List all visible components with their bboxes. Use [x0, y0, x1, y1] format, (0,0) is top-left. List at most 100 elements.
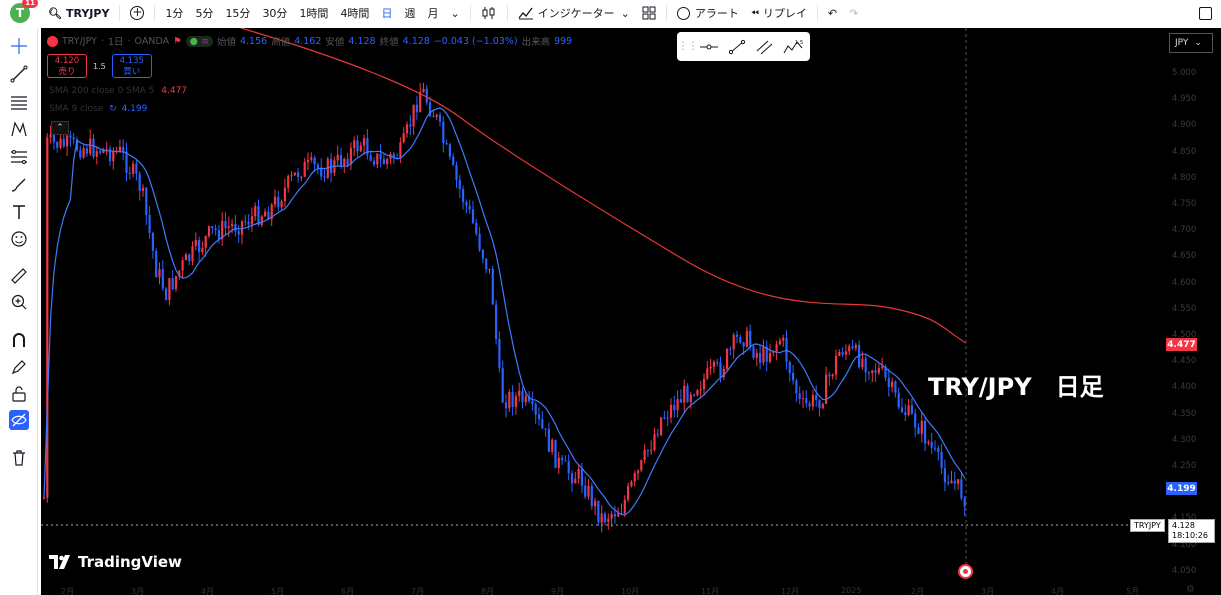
candle-body	[537, 414, 541, 420]
currency-select[interactable]: JPY ⌄	[1169, 33, 1213, 53]
crosshair-icon[interactable]	[9, 36, 29, 56]
trash-icon[interactable]	[9, 448, 29, 468]
ruler-icon[interactable]	[9, 266, 29, 286]
candle-body	[72, 137, 75, 140]
interval-dropdown[interactable]: ⌄	[444, 0, 465, 26]
goto-realtime-button[interactable]	[958, 564, 973, 579]
candle-body	[445, 143, 448, 145]
sell-label: 売り	[58, 67, 76, 77]
emoji-icon[interactable]	[9, 229, 29, 249]
interval-1m[interactable]: 1分	[159, 0, 189, 26]
candle-body	[214, 228, 217, 231]
horizontal-ray-icon[interactable]	[697, 36, 721, 58]
candle-body	[504, 402, 508, 409]
candle-body	[498, 339, 501, 369]
candle-body	[138, 173, 141, 191]
candle-body	[339, 154, 343, 167]
indicators-button[interactable]: インジケーター ⌄	[512, 0, 636, 26]
sma9-label: SMA 9 close	[49, 104, 104, 114]
compare-symbol-button[interactable]: +	[124, 0, 150, 26]
fullscreen-button[interactable]	[1193, 0, 1218, 26]
time-axis-label: 4月	[201, 587, 215, 595]
candle-body	[821, 403, 824, 409]
chart-type-button[interactable]	[475, 0, 503, 26]
trend-line-icon[interactable]	[9, 64, 29, 84]
plus-circle-icon: +	[130, 5, 145, 20]
lock-icon[interactable]	[9, 384, 29, 404]
fib-icon[interactable]	[9, 147, 29, 167]
lock-pencil-icon[interactable]	[9, 357, 29, 377]
candle-body	[399, 142, 402, 159]
interval-15m[interactable]: 15分	[219, 0, 256, 26]
candle-body	[211, 226, 214, 229]
candle-body	[422, 88, 425, 93]
pattern-icon[interactable]	[9, 119, 29, 139]
tradingview-logo[interactable]: TradingView	[49, 553, 182, 571]
candle-body	[237, 231, 240, 235]
candle-body	[105, 148, 108, 150]
replay-button[interactable]: ⏪︎ リプレイ	[745, 0, 813, 26]
chart-settings-icon[interactable]: ⚙︎	[1186, 584, 1195, 595]
candle-body	[471, 209, 475, 224]
layouts-button[interactable]	[636, 0, 662, 26]
horizontal-lines-icon[interactable]	[9, 92, 29, 112]
trend-line-icon[interactable]	[725, 36, 749, 58]
candle-body	[584, 485, 587, 497]
candle-body	[759, 352, 762, 363]
price-axis-label: 4.900	[1172, 120, 1197, 131]
price-chart-svg[interactable]	[41, 28, 1221, 595]
candle-body	[917, 427, 920, 434]
candle-body	[95, 151, 98, 157]
candle-body	[514, 396, 517, 407]
collapse-legend-button[interactable]: ⌃	[51, 121, 69, 135]
candle-body	[287, 175, 290, 188]
alert-label: アラート	[694, 7, 739, 20]
candle-body	[798, 393, 801, 399]
candle-body	[887, 377, 890, 387]
interval-1mo[interactable]: 月	[421, 0, 444, 26]
candle-body	[699, 389, 702, 391]
candle-body	[283, 187, 286, 202]
alert-button[interactable]: アラート	[671, 0, 745, 26]
zoom-in-icon[interactable]	[9, 292, 29, 312]
time-axis-label: 7月	[411, 587, 425, 595]
user-avatar[interactable]: T 11	[10, 0, 38, 23]
interval-1w[interactable]: 週	[398, 0, 421, 26]
symbol-label: TRYJPY	[65, 6, 110, 20]
undo-button[interactable]: ↶	[822, 0, 843, 26]
candle-body	[706, 368, 709, 379]
chart-area[interactable]: TRY/JPY · 1日 · OANDA ⚑ ● ≡ 始値 4.156 高値 4.162…	[41, 28, 1221, 595]
parallel-channel-icon[interactable]	[753, 36, 777, 58]
candle-body	[306, 159, 310, 162]
time-axis-label: 2025	[841, 586, 862, 595]
magnet-icon[interactable]	[9, 330, 29, 350]
candle-body	[640, 460, 643, 471]
interval-30m[interactable]: 30分	[256, 0, 293, 26]
candle-body	[240, 221, 244, 235]
svg-text:5: 5	[800, 40, 803, 46]
interval-4h[interactable]: 4時間	[334, 0, 375, 26]
time-axis-label: 5月	[1126, 587, 1140, 595]
candle-body	[726, 349, 729, 369]
candle-body	[224, 220, 227, 229]
buy-button[interactable]: 4.135 買い	[111, 54, 152, 78]
sma200-value: 4.477	[161, 86, 188, 96]
indicator-sma9-legend[interactable]: SMA 9 close ↻ 4.199	[49, 104, 147, 114]
symbol-search-button[interactable]: 🔍︎ TRYJPY	[42, 0, 115, 26]
interval-1h[interactable]: 1時間	[293, 0, 334, 26]
interval-1d[interactable]: 日	[375, 0, 398, 26]
candle-body	[567, 461, 570, 474]
chevron-down-icon: ⌄	[450, 6, 460, 20]
drag-handle-icon[interactable]: ⋮⋮	[678, 36, 698, 58]
undo-icon: ↶	[827, 6, 838, 20]
candle-body	[871, 370, 874, 374]
redo-button[interactable]: ↷	[843, 0, 864, 26]
elliott-wave-icon[interactable]: 15	[781, 36, 805, 58]
hide-drawings-icon[interactable]	[9, 410, 29, 430]
indicator-sma200-legend[interactable]: SMA 200 close 0 SMA 5 4.477	[49, 86, 187, 96]
spread-value: 1.5	[93, 61, 106, 71]
brush-icon[interactable]	[9, 175, 29, 195]
sell-button[interactable]: 4.120 売り	[47, 54, 87, 78]
text-icon[interactable]	[9, 202, 29, 222]
interval-5m[interactable]: 5分	[189, 0, 219, 26]
